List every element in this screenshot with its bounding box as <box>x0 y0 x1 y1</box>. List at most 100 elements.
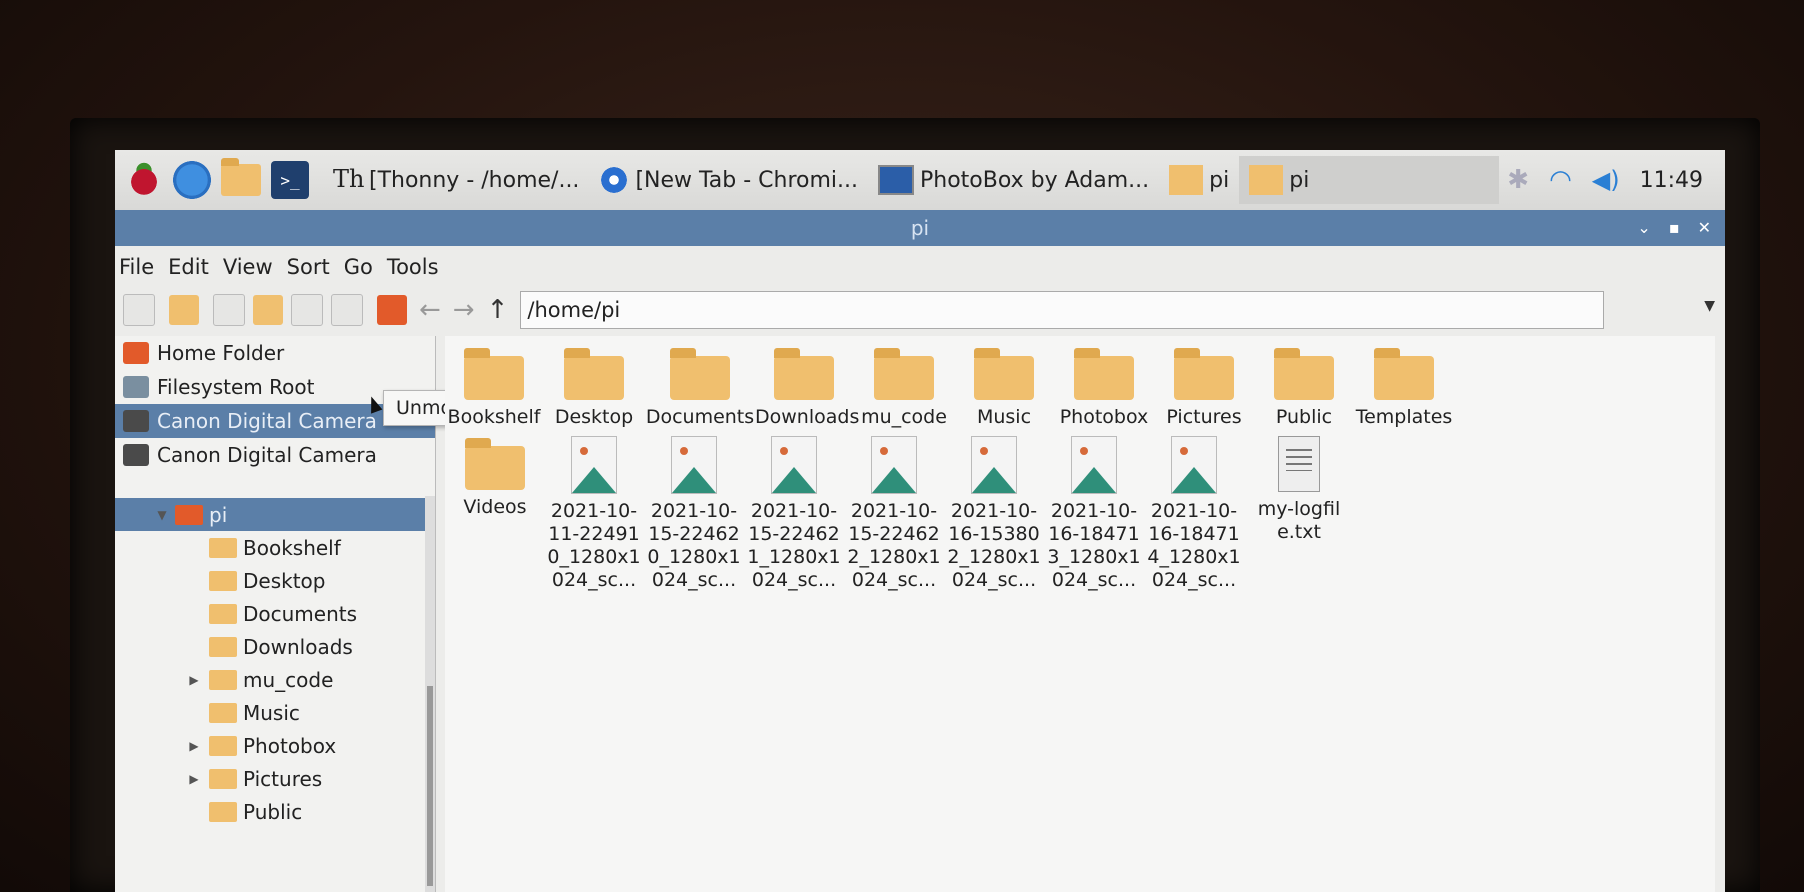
expand-toggle-icon[interactable]: ▼ <box>155 508 169 522</box>
tree-label: Desktop <box>243 568 326 593</box>
file-item[interactable]: Photobox <box>1055 348 1153 429</box>
file-item[interactable]: Public <box>1255 348 1353 429</box>
thumbnail-view-icon[interactable] <box>253 295 283 325</box>
file-item[interactable]: Pictures <box>1155 348 1253 429</box>
taskbar: >_ Th [Thonny - /home/... [New Tab - Chr… <box>115 150 1725 210</box>
file-item[interactable]: Bookshelf <box>445 348 543 429</box>
tree-item-bookshelf[interactable]: Bookshelf <box>115 531 435 564</box>
file-item[interactable]: Downloads <box>755 348 859 429</box>
task-label: [Thonny - /home/... <box>369 167 580 193</box>
file-item[interactable]: Music <box>955 348 1053 429</box>
new-folder-icon[interactable] <box>169 295 199 325</box>
file-item[interactable]: 2021-10-15-224621_1280x1024_sc... <box>745 436 843 592</box>
folder-icon <box>209 735 237 756</box>
place-label: Filesystem Root <box>157 375 315 399</box>
place-label: Canon Digital Camera <box>157 443 377 467</box>
tree-item-photobox[interactable]: ▶ Photobox <box>115 729 435 762</box>
browser-launcher-icon[interactable] <box>173 161 211 199</box>
back-arrow-icon[interactable]: ← <box>419 295 441 325</box>
list-view-icon[interactable] <box>331 294 363 326</box>
tree-label: Pictures <box>243 766 323 791</box>
tree-label: pi <box>209 502 228 527</box>
menu-bar: File Edit View Sort Go Tools <box>115 250 439 284</box>
minimize-icon[interactable]: ⌄ <box>1637 210 1650 246</box>
tree-label: mu_code <box>243 667 334 692</box>
tree-item-downloads[interactable]: Downloads <box>115 630 435 663</box>
file-manager-launcher-icon[interactable] <box>221 158 261 196</box>
up-arrow-icon[interactable]: ↑ <box>487 295 509 325</box>
file-item[interactable]: 2021-10-15-224620_1280x1024_sc... <box>645 436 743 592</box>
image-file-icon <box>671 436 717 494</box>
tree-label: Public <box>243 799 303 824</box>
file-item[interactable]: 2021-10-16-184713_1280x1024_sc... <box>1045 436 1143 592</box>
path-dropdown-icon[interactable]: ▼ <box>1704 298 1715 314</box>
folder-icon <box>464 348 524 400</box>
folder-icon <box>874 348 934 400</box>
raspberry-menu-icon[interactable] <box>125 161 163 199</box>
task-pi-1[interactable]: pi <box>1159 156 1239 204</box>
place-canon-camera-2[interactable]: Canon Digital Camera <box>115 438 435 472</box>
maximize-icon[interactable]: ▪ <box>1669 210 1680 246</box>
terminal-launcher-icon[interactable]: >_ <box>271 161 309 199</box>
tree-item-mu-code[interactable]: ▶ mu_code <box>115 663 435 696</box>
file-item[interactable]: Videos <box>455 438 535 519</box>
expand-toggle-icon[interactable]: ▶ <box>187 673 201 687</box>
tree-item-desktop[interactable]: Desktop <box>115 564 435 597</box>
wifi-icon[interactable]: ◠ <box>1549 165 1572 195</box>
menu-sort[interactable]: Sort <box>287 255 330 279</box>
clock[interactable]: 11:49 <box>1640 168 1703 193</box>
menu-go[interactable]: Go <box>344 255 373 279</box>
tree-item-documents[interactable]: Documents <box>115 597 435 630</box>
path-input[interactable] <box>520 291 1605 329</box>
documents-folder-icon <box>670 348 730 400</box>
file-item[interactable]: mu_code <box>855 348 953 429</box>
file-item[interactable]: 2021-10-16-184714_1280x1024_sc... <box>1145 436 1243 592</box>
file-item[interactable]: Desktop <box>545 348 643 429</box>
tree-scrollbar-thumb[interactable] <box>427 686 433 886</box>
tree-label: Bookshelf <box>243 535 341 560</box>
videos-folder-icon <box>465 438 525 490</box>
folder-icon <box>1074 348 1134 400</box>
close-icon[interactable]: ✕ <box>1698 210 1711 246</box>
templates-folder-icon <box>1374 348 1434 400</box>
menu-view[interactable]: View <box>223 255 273 279</box>
music-folder-icon <box>209 702 237 723</box>
menu-edit[interactable]: Edit <box>168 255 209 279</box>
file-item[interactable]: Templates <box>1355 348 1453 429</box>
folder-icon <box>209 537 237 558</box>
music-folder-icon <box>974 348 1034 400</box>
drive-icon <box>123 376 149 398</box>
icon-view-icon[interactable] <box>213 294 245 326</box>
window-title-bar[interactable]: pi ⌄ ▪ ✕ <box>115 210 1725 246</box>
expand-toggle-icon[interactable]: ▶ <box>187 772 201 786</box>
volume-icon[interactable]: ◀) <box>1592 166 1620 194</box>
menu-file[interactable]: File <box>119 255 154 279</box>
compact-view-icon[interactable] <box>291 294 323 326</box>
file-item[interactable]: 2021-10-16-153802_1280x1024_sc... <box>945 436 1043 592</box>
file-item[interactable]: Documents <box>645 348 755 429</box>
menu-tools[interactable]: Tools <box>387 255 439 279</box>
home-icon[interactable] <box>377 295 407 325</box>
tree-item-music[interactable]: Music <box>115 696 435 729</box>
expand-toggle-icon[interactable]: ▶ <box>187 739 201 753</box>
task-pi-2[interactable]: pi <box>1239 156 1500 204</box>
file-item[interactable]: 2021-10-11-224910_1280x1024_sc... <box>545 436 643 592</box>
image-file-icon <box>871 436 917 494</box>
place-home-folder[interactable]: Home Folder <box>115 336 435 370</box>
tree-item-public[interactable]: Public <box>115 795 435 828</box>
task-chromium[interactable]: [New Tab - Chromi... <box>589 156 868 204</box>
file-item[interactable]: my-logfile.txt <box>1250 436 1348 544</box>
tree-label: Downloads <box>243 634 353 659</box>
desktop-folder-icon <box>564 348 624 400</box>
new-window-icon[interactable] <box>123 294 155 326</box>
tree-item-pictures[interactable]: ▶ Pictures <box>115 762 435 795</box>
bluetooth-icon[interactable]: ✱ <box>1507 165 1529 195</box>
image-file-icon <box>571 436 617 494</box>
forward-arrow-icon[interactable]: → <box>453 295 475 325</box>
file-item[interactable]: 2021-10-15-224622_1280x1024_sc... <box>845 436 943 592</box>
image-file-icon <box>1071 436 1117 494</box>
task-thonny[interactable]: Th [Thonny - /home/... <box>323 156 589 204</box>
tree-item-pi[interactable]: ▼ pi <box>115 498 435 531</box>
task-photobox[interactable]: PhotoBox by Adam... <box>868 156 1159 204</box>
public-folder-icon <box>209 801 237 822</box>
